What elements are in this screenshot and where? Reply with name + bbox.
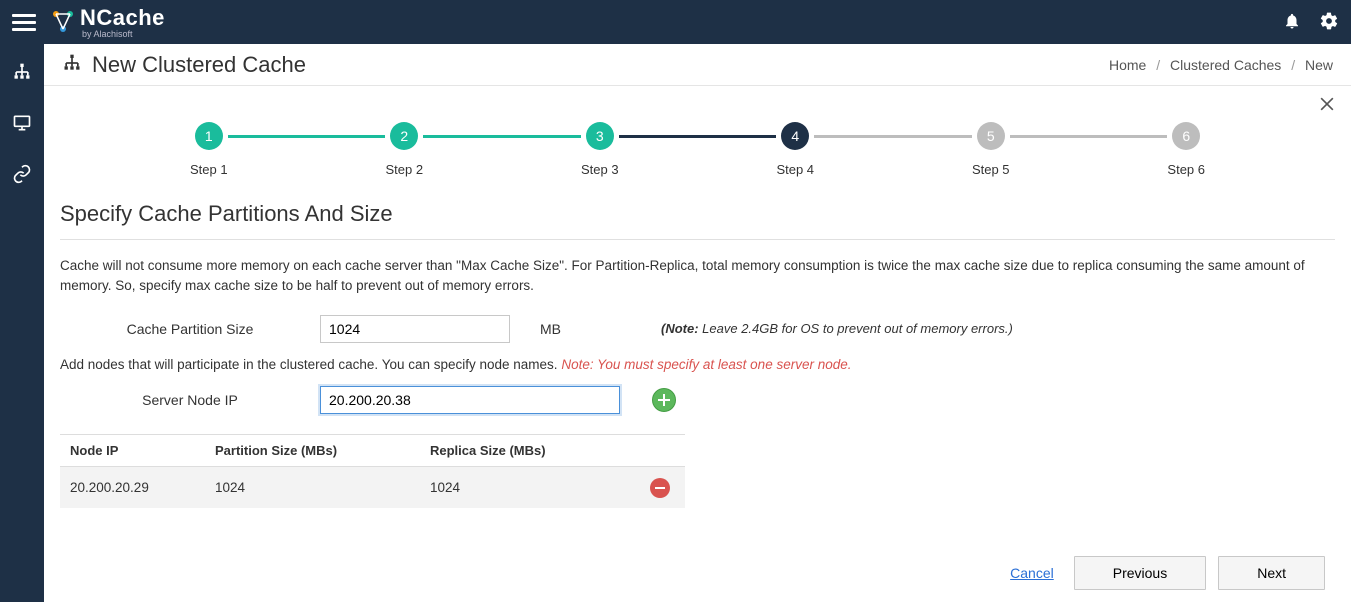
cell-partition: 1024: [205, 466, 420, 508]
cell-replica: 1024: [420, 466, 635, 508]
wizard-stepper: 1 Step 1 2 Step 2 3 Step 3 4: [190, 122, 1205, 177]
settings-icon[interactable]: [1319, 11, 1339, 34]
link-icon: [12, 164, 32, 184]
cluster-icon: [12, 62, 32, 82]
sidebar-item-link[interactable]: [12, 164, 32, 187]
close-icon[interactable]: [1317, 94, 1337, 120]
next-button[interactable]: Next: [1218, 556, 1325, 590]
server-ip-label: Server Node IP: [60, 392, 320, 408]
cell-node-ip: 20.200.20.29: [60, 466, 205, 508]
breadcrumb-clustered[interactable]: Clustered Caches: [1170, 57, 1281, 73]
sidebar-item-cluster[interactable]: [12, 62, 32, 85]
cluster-icon: [62, 53, 82, 76]
step-4[interactable]: 4 Step 4: [776, 122, 814, 177]
section-description: Cache will not consume more memory on ea…: [60, 256, 1335, 297]
remove-node-button[interactable]: [650, 478, 670, 498]
section-heading: Specify Cache Partitions And Size: [60, 201, 1335, 227]
monitor-icon: [12, 113, 32, 133]
col-node-ip: Node IP: [60, 434, 205, 466]
partition-size-note: (Note: Leave 2.4GB for OS to prevent out…: [661, 321, 1013, 336]
breadcrumb-home[interactable]: Home: [1109, 57, 1146, 73]
step-6[interactable]: 6 Step 6: [1167, 122, 1205, 177]
step-5[interactable]: 5 Step 5: [972, 122, 1010, 177]
brand-name: NCache: [80, 5, 165, 31]
brand-logo: NCache by Alachisoft: [50, 5, 165, 39]
page-title: New Clustered Cache: [92, 52, 306, 78]
partition-size-unit: MB: [540, 321, 561, 337]
step-3[interactable]: 3 Step 3: [581, 122, 619, 177]
step-1[interactable]: 1 Step 1: [190, 122, 228, 177]
add-nodes-instruction: Add nodes that will participate in the c…: [60, 357, 1335, 372]
cancel-link[interactable]: Cancel: [1010, 565, 1054, 581]
logo-icon: [50, 9, 76, 35]
menu-toggle[interactable]: [12, 10, 36, 34]
previous-button[interactable]: Previous: [1074, 556, 1206, 590]
add-node-button[interactable]: [652, 388, 676, 412]
col-replica-size: Replica Size (MBs): [420, 434, 635, 466]
notifications-icon[interactable]: [1283, 12, 1301, 33]
table-row: 20.200.20.29 1024 1024: [60, 466, 685, 508]
nodes-table: Node IP Partition Size (MBs) Replica Siz…: [60, 434, 685, 508]
sidebar-item-monitor[interactable]: [12, 113, 32, 136]
partition-size-input[interactable]: [320, 315, 510, 343]
col-actions: [635, 434, 685, 466]
breadcrumb-current: New: [1305, 57, 1333, 73]
col-partition-size: Partition Size (MBs): [205, 434, 420, 466]
partition-size-label: Cache Partition Size: [60, 321, 320, 337]
step-2[interactable]: 2 Step 2: [385, 122, 423, 177]
breadcrumb: Home / Clustered Caches / New: [1109, 57, 1333, 73]
server-ip-input[interactable]: [320, 386, 620, 414]
